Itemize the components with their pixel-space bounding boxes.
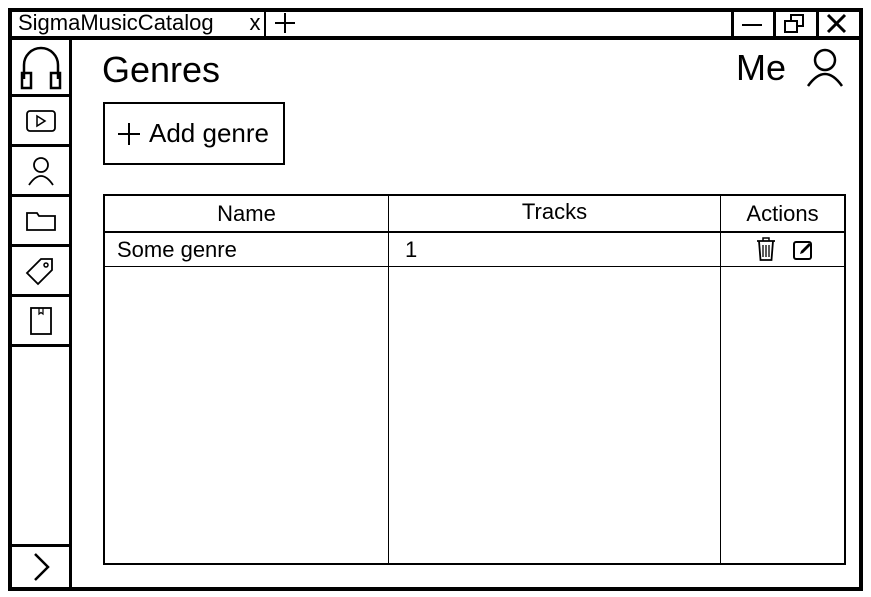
- column-header-actions: Actions: [746, 201, 819, 226]
- user-icon: [28, 156, 54, 186]
- sidebar-item-tracks[interactable]: [12, 97, 70, 147]
- add-genre-button[interactable]: Add genre: [103, 102, 285, 165]
- restore-icon: [784, 14, 804, 33]
- row-divider: [105, 266, 844, 267]
- minimize-button[interactable]: [731, 10, 769, 38]
- column-divider: [720, 196, 721, 563]
- user-avatar[interactable]: [804, 46, 846, 90]
- column-header-tracks[interactable]: Tracks: [389, 194, 720, 230]
- cell-track-count: 1: [405, 237, 418, 262]
- sidebar-item-home[interactable]: [12, 40, 70, 97]
- user-icon: [806, 48, 844, 87]
- edit-button[interactable]: [792, 238, 814, 262]
- play-icon: [26, 109, 56, 132]
- add-genre-label: Add genre: [149, 118, 269, 148]
- edit-icon: [793, 241, 812, 260]
- user-name[interactable]: Me: [736, 46, 786, 90]
- close-icon: [826, 13, 847, 34]
- column-header-name[interactable]: Name: [105, 196, 388, 232]
- column-divider: [388, 196, 389, 563]
- delete-icon: [757, 237, 775, 261]
- folder-icon: [26, 211, 56, 231]
- new-tab-button[interactable]: [271, 9, 299, 37]
- tab-divider: [264, 10, 266, 38]
- close-window-button[interactable]: [816, 10, 854, 38]
- book-icon: [30, 306, 52, 335]
- chevron-right-icon: [34, 553, 50, 581]
- delete-button[interactable]: [755, 236, 777, 262]
- restore-button[interactable]: [773, 10, 811, 38]
- tag-icon: [25, 257, 53, 285]
- minimize-icon: [742, 24, 762, 26]
- sidebar-item-genres[interactable]: [12, 247, 70, 297]
- sidebar-item-artists[interactable]: [12, 147, 70, 197]
- tab-title[interactable]: SigmaMusicCatalog: [12, 10, 214, 36]
- headphones-icon: [20, 46, 62, 90]
- plus-icon: [275, 13, 295, 33]
- cell-genre-name: Some genre: [117, 237, 237, 262]
- page-title: Genres: [102, 49, 221, 90]
- sidebar-item-playlists[interactable]: [12, 297, 70, 347]
- sidebar-item-albums[interactable]: [12, 197, 70, 247]
- sidebar-expand-button[interactable]: [12, 544, 70, 587]
- tab-close-button[interactable]: x: [245, 10, 265, 36]
- plus-icon: [118, 122, 140, 145]
